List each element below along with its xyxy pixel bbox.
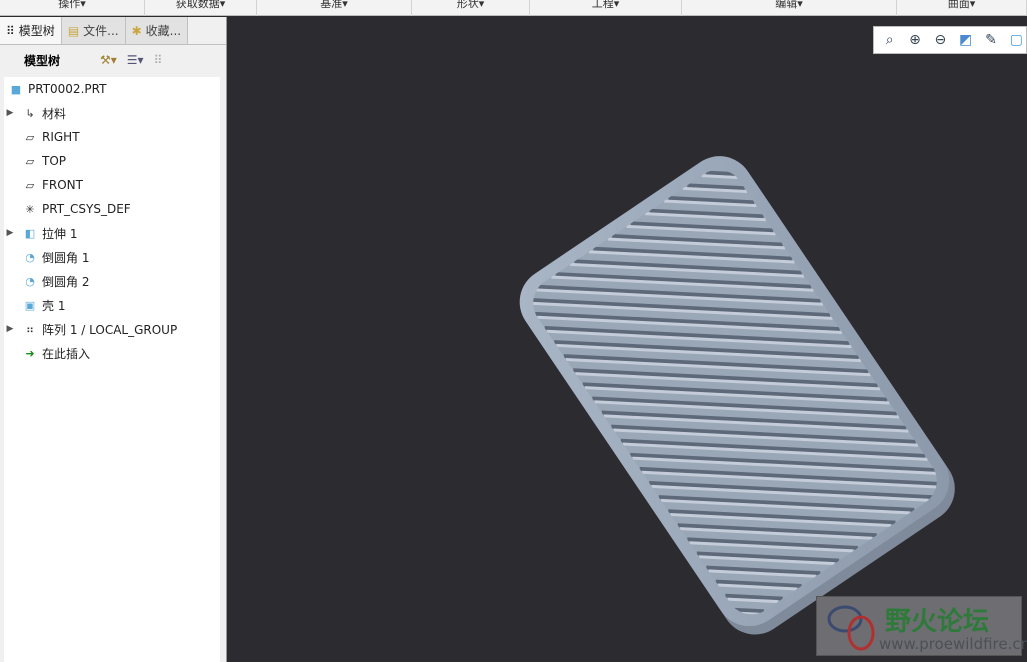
datum-plane-icon: ▱ [25,178,35,192]
refit-icon[interactable]: ⌕ [880,30,899,50]
favorites-icon: ✱ [131,23,142,38]
tab-favorites[interactable]: ✱ 收藏... [125,17,189,44]
zoom-in-icon[interactable]: ⊕ [905,30,924,50]
ribbon-menu: 操作▾ 获取数据▾ 基准▾ 形状▾ 工程▾ 编辑▾ 曲面▾ [0,0,1027,16]
filter-icon[interactable]: ⠿ [154,53,163,67]
watermark-logo: 野火论坛 www.proewildfire.cn [816,596,1027,656]
tree-item-label: RIGHT [42,130,80,144]
tree-item-label: 阵列 1 / LOCAL_GROUP [42,322,178,337]
tab-label: 文件... [83,24,119,38]
folder-icon: ▤ [67,23,80,38]
tree-item-label: 在此插入 [42,346,91,361]
tree-item[interactable]: ◔ 倒圆角 1 [4,245,220,269]
extrude-icon: ◧ [24,226,36,240]
tree-item-label: PRT_CSYS_DEF [42,202,131,216]
logo-icon [827,605,875,651]
tree-item-label: PRT0002.PRT [28,82,107,96]
tree-icon: ⠿ [6,23,15,38]
ribbon-datum[interactable]: 基准▾ [257,0,412,16]
tab-label: 模型树 [18,24,55,38]
material-icon: ↳ [25,106,35,120]
view-toolbar: ⌕ ⊕ ⊖ ◩ ✎ ▢ [873,26,1027,54]
tree-item-label: 壳 1 [42,298,66,313]
model-tree: ■ PRT0002.PRT ▶ ↳ 材料 ▱ RIGHT ▱ TOP ▱ FRONT ✳ PRT_CSY… [4,77,220,662]
tree-item-label: 倒圆角 2 [42,274,90,289]
tree-item[interactable]: ▶ ◧ 拉伸 1 [4,221,220,245]
tree-item-label: 材料 [42,106,67,121]
datum-plane-icon: ▱ [25,154,35,168]
ribbon-surfaces[interactable]: 曲面▾ [897,0,1027,16]
tree-item[interactable]: ➜ 在此插入 [4,341,220,365]
part-model [519,156,955,635]
datum-plane-icon: ▱ [25,130,35,144]
tree-item[interactable]: ▶ ↳ 材料 [4,101,220,125]
tree-item-label: FRONT [42,178,83,192]
tree-item[interactable]: ▶ ⠶ 阵列 1 / LOCAL_GROUP [4,317,220,341]
watermark-url: www.proewildfire.cn [879,635,1027,653]
round-icon: ◔ [25,250,35,264]
expand-arrow-icon[interactable]: ▶ [4,324,16,334]
tree-item[interactable]: ◔ 倒圆角 2 [4,269,220,293]
shell-icon: ▣ [24,298,36,312]
ribbon-shapes[interactable]: 形状▾ [412,0,530,16]
watermark-title: 野火论坛 [885,607,990,637]
tree-item[interactable]: ▣ 壳 1 [4,293,220,317]
expand-arrow-icon[interactable]: ▶ [4,108,16,118]
saved-views-icon[interactable]: ▢ [1007,30,1026,50]
settings-tools-icon[interactable]: ⚒▾ [100,53,117,67]
tree-item[interactable]: ✳ PRT_CSYS_DEF [4,197,220,221]
tree-item-label: 拉伸 1 [42,226,78,241]
model-tree-title: 模型树 [24,53,61,68]
expand-arrow-icon[interactable]: ▶ [4,228,16,238]
tree-item[interactable]: ▱ TOP [4,149,220,173]
graphics-viewport[interactable] [228,17,1027,662]
display-style-icon[interactable]: ✎ [981,30,1000,50]
csys-icon: ✳ [25,202,35,216]
tab-folder-browser[interactable]: ▤ 文件... [61,17,126,44]
tree-item[interactable]: ▱ FRONT [4,173,220,197]
tree-item-label: 倒圆角 1 [42,250,90,265]
show-list-icon[interactable]: ☰▾ [127,53,144,67]
part-icon: ■ [10,82,22,96]
zoom-out-icon[interactable]: ⊖ [931,30,950,50]
round-icon: ◔ [25,274,35,288]
navigator-panel: ⠿ 模型树 ▤ 文件... ✱ 收藏... 模型树 ⚒▾ ☰▾ ⠿ ■ PRT0002.… [0,17,227,662]
insert-arrow-icon: ➜ [25,346,35,360]
repaint-icon[interactable]: ◩ [956,30,975,50]
tab-label: 收藏... [145,24,182,38]
ribbon-get-data[interactable]: 获取数据▾ [145,0,257,16]
tree-item[interactable]: ■ PRT0002.PRT [0,77,220,101]
ribbon-engineering[interactable]: 工程▾ [530,0,682,16]
tab-model-tree[interactable]: ⠿ 模型树 [0,17,62,44]
ribbon-operations[interactable]: 操作▾ [0,0,145,16]
pattern-icon: ⠶ [25,322,35,336]
ribbon-edit[interactable]: 编辑▾ [682,0,897,16]
tree-item[interactable]: ▱ RIGHT [4,125,220,149]
tree-item-label: TOP [42,154,67,168]
